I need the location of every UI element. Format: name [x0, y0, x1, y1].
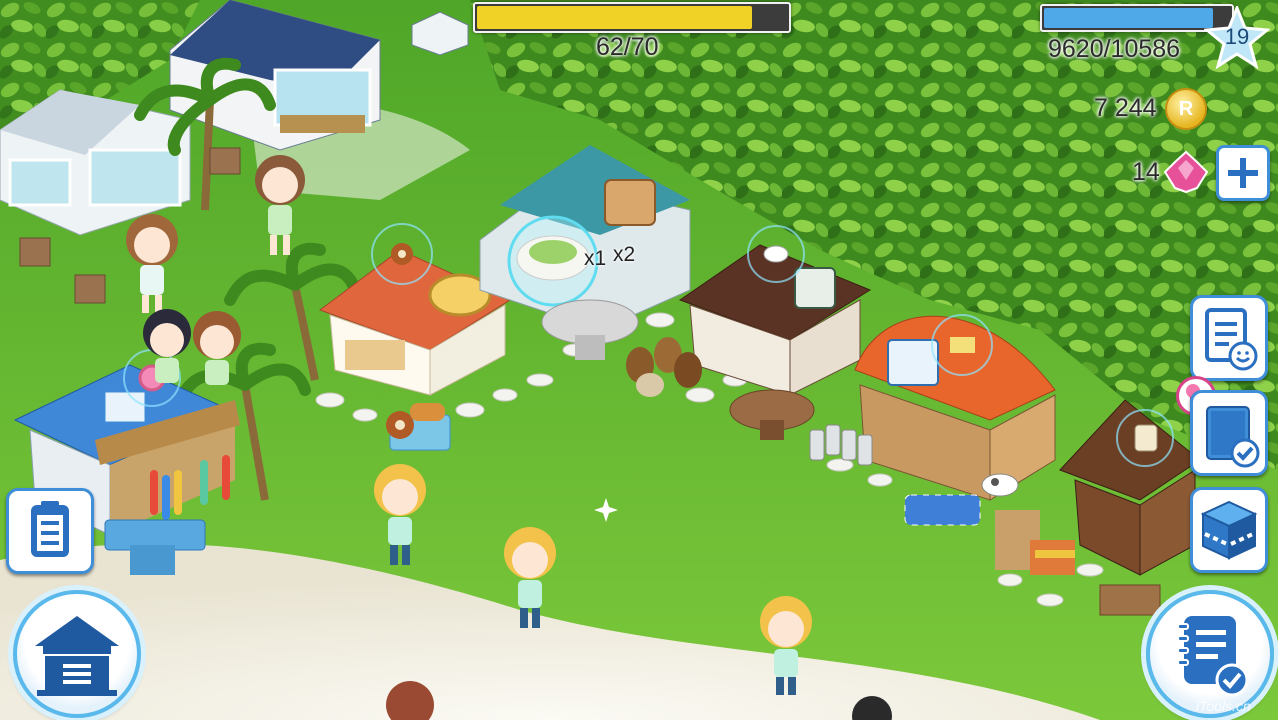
coin-symbol: R — [1178, 98, 1194, 120]
game-scene[interactable] — [0, 0, 1278, 720]
orders-button[interactable] — [6, 488, 94, 574]
experience-text: 9620/10586 — [1048, 35, 1181, 63]
coin-count: 7 244 — [1094, 94, 1157, 122]
add-gems-button[interactable] — [1216, 145, 1270, 201]
level-star[interactable]: 19 — [1203, 3, 1271, 72]
coin-icon: R — [1165, 88, 1207, 130]
storage-box-icon — [1200, 500, 1258, 560]
energy-bar-fill — [477, 6, 752, 29]
level-number: 19 — [1224, 24, 1250, 49]
guest-list-icon — [1205, 308, 1258, 371]
gem-icon — [1163, 150, 1209, 199]
energy-text: 62/70 — [596, 33, 659, 61]
visitors-button[interactable] — [1190, 295, 1268, 381]
multiplier-x1: x1 — [584, 247, 607, 270]
energy-bar — [473, 2, 791, 33]
home-button[interactable] — [13, 590, 141, 718]
multiplier-x2: x2 — [613, 243, 636, 266]
experience-bar-fill — [1044, 8, 1214, 28]
clipboard-icon — [31, 501, 69, 557]
storage-button[interactable] — [1190, 487, 1268, 573]
notebook-icon — [1177, 616, 1249, 697]
checkered-table[interactable] — [904, 494, 981, 526]
plus-icon — [1228, 158, 1258, 188]
task-clipboard-icon — [1206, 406, 1260, 468]
cow — [981, 473, 1019, 497]
home-icon — [35, 616, 119, 696]
tasks-button[interactable] — [1190, 390, 1268, 476]
gem-count: 14 — [1132, 158, 1160, 186]
watermark-text: iTools.cn — [1196, 698, 1251, 714]
